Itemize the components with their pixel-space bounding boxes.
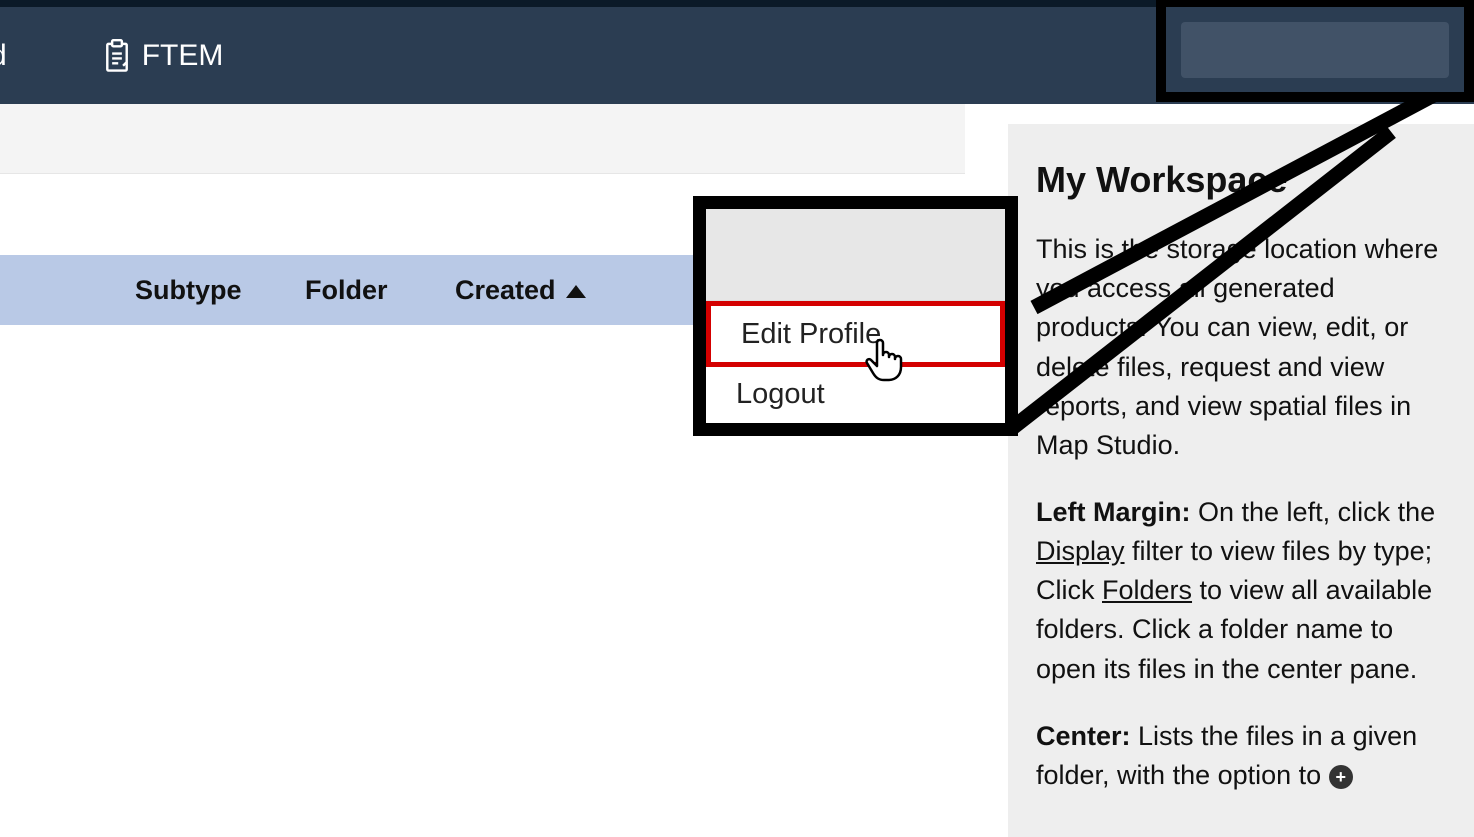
top-navbar-left: d FTEM — [0, 39, 223, 73]
side-panel-center-paragraph: Center: Lists the files in a given folde… — [1036, 717, 1446, 795]
column-header-folder-label: Folder — [305, 275, 388, 305]
side-panel-center-label: Center: — [1036, 721, 1131, 751]
sort-ascending-icon — [566, 285, 586, 298]
side-panel-left-text-a: On the left, click the — [1191, 497, 1436, 527]
menu-item-logout-label: Logout — [736, 378, 825, 411]
filter-bar — [0, 104, 965, 174]
link-folders[interactable]: Folders — [1102, 575, 1192, 605]
menu-item-logout[interactable]: Logout — [706, 367, 1005, 422]
column-header-created-label: Created — [455, 275, 556, 306]
column-header-subtype[interactable]: Subtype — [135, 275, 305, 306]
clipboard-icon — [102, 39, 132, 73]
help-side-panel: My Workspace This is the storage locatio… — [1008, 124, 1474, 837]
plus-circle-icon: + — [1329, 765, 1353, 789]
user-menu-redacted — [1181, 22, 1449, 78]
user-dropdown-header-redacted — [706, 209, 1005, 301]
menu-item-edit-profile[interactable]: Edit Profile — [706, 301, 1005, 367]
column-header-folder[interactable]: Folder — [305, 275, 455, 306]
nav-item-ftem-label: FTEM — [142, 39, 224, 73]
user-dropdown-menu: Edit Profile Logout — [693, 196, 1018, 436]
side-panel-left-paragraph: Left Margin: On the left, click the Disp… — [1036, 493, 1446, 689]
nav-item-partial[interactable]: d — [0, 39, 7, 73]
nav-item-partial-label: d — [0, 39, 7, 73]
menu-item-edit-profile-label: Edit Profile — [741, 318, 881, 351]
side-panel-left-label: Left Margin: — [1036, 497, 1191, 527]
column-header-created[interactable]: Created — [455, 275, 705, 306]
nav-item-ftem[interactable]: FTEM — [102, 39, 224, 73]
link-display-filter[interactable]: Display — [1036, 536, 1125, 566]
user-menu-highlight[interactable] — [1156, 0, 1474, 102]
column-header-subtype-label: Subtype — [135, 275, 242, 305]
